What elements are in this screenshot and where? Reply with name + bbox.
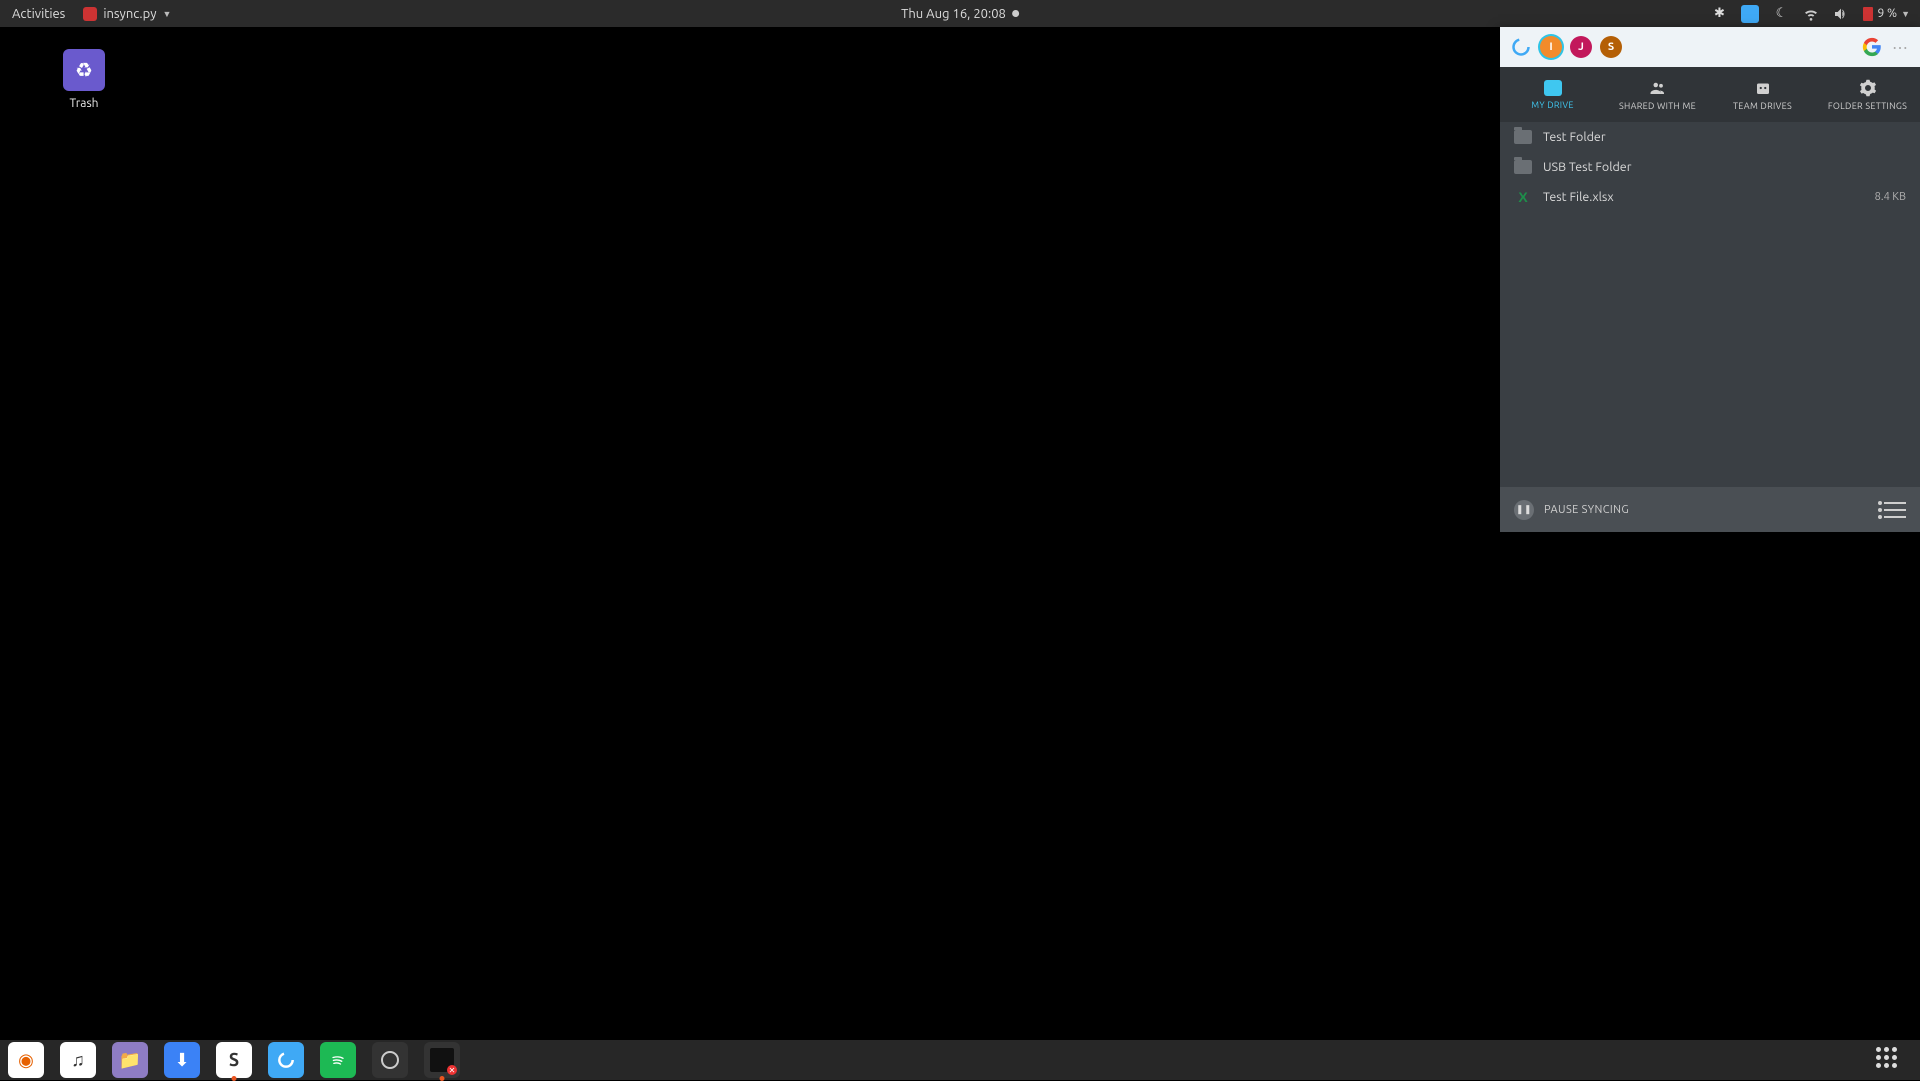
pause-icon[interactable]: ❚❚ [1514, 500, 1534, 520]
file-row[interactable]: X Test File.xlsx 8.4 KB [1500, 182, 1920, 212]
app-name: insync.py [103, 7, 156, 21]
dock-files[interactable]: 📁 [112, 1042, 148, 1078]
file-name: Test Folder [1543, 130, 1606, 144]
more-menu-icon[interactable]: ⋯ [1892, 38, 1910, 57]
insync-footer: ❚❚ PAUSE SYNCING [1500, 487, 1920, 532]
dock-spotify[interactable] [320, 1042, 356, 1078]
trash-icon: ♻ [63, 49, 105, 91]
datetime-label: Thu Aug 16, 20:08 [901, 7, 1006, 21]
activities-button[interactable]: Activities [12, 7, 65, 21]
insync-panel: I J S ⋯ MY DRIVE SHARED WITH ME TEAM DRI… [1500, 27, 1920, 532]
dock-music[interactable]: ♫ [60, 1042, 96, 1078]
google-icon[interactable] [1862, 37, 1882, 57]
battery-icon [1863, 7, 1873, 21]
tab-shared-with-me[interactable]: SHARED WITH ME [1605, 67, 1710, 122]
tab-label: MY DRIVE [1531, 100, 1574, 110]
pause-syncing-button[interactable]: PAUSE SYNCING [1544, 504, 1629, 516]
battery-indicator[interactable]: 9 % ▼ [1863, 7, 1910, 21]
notification-dot-icon [1012, 10, 1019, 17]
dock-firefox[interactable]: ◉ [8, 1042, 44, 1078]
account-avatar-j[interactable]: J [1570, 36, 1592, 58]
wifi-icon[interactable] [1803, 6, 1819, 22]
tray-extension-icon[interactable]: ✱ [1711, 6, 1727, 22]
people-icon [1649, 79, 1667, 97]
account-avatar-s[interactable]: S [1600, 36, 1622, 58]
trash-label: Trash [44, 97, 124, 110]
top-bar: Activities insync.py ▼ Thu Aug 16, 20:08… [0, 0, 1920, 27]
dock-obs[interactable] [372, 1042, 408, 1078]
folder-icon [1514, 130, 1532, 144]
tray-insync-icon[interactable] [1741, 5, 1759, 23]
insync-tabs: MY DRIVE SHARED WITH ME TEAM DRIVES FOLD… [1500, 67, 1920, 122]
chevron-down-icon: ▼ [1901, 9, 1910, 19]
dock-downloader[interactable]: ⬇ [164, 1042, 200, 1078]
file-name: USB Test Folder [1543, 160, 1631, 174]
team-drive-icon [1754, 79, 1772, 97]
tab-label: TEAM DRIVES [1733, 101, 1792, 111]
file-row[interactable]: USB Test Folder [1500, 152, 1920, 182]
tab-label: FOLDER SETTINGS [1828, 101, 1907, 111]
app-menu[interactable]: insync.py ▼ [83, 7, 171, 21]
dock-insync[interactable] [268, 1042, 304, 1078]
file-list: Test Folder USB Test Folder X Test File.… [1500, 122, 1920, 487]
file-row[interactable]: Test Folder [1500, 122, 1920, 152]
clock[interactable]: Thu Aug 16, 20:08 [901, 7, 1019, 21]
app-icon [83, 7, 97, 21]
trash-desktop-icon[interactable]: ♻ Trash [44, 49, 124, 110]
drive-icon [1544, 80, 1562, 96]
gear-icon [1859, 79, 1877, 97]
dock-terminal[interactable]: ✕ [424, 1042, 460, 1078]
account-avatar-i[interactable]: I [1540, 36, 1562, 58]
file-size: 8.4 KB [1875, 191, 1906, 203]
battery-percent: 9 % [1877, 7, 1897, 20]
show-applications-button[interactable] [1876, 1047, 1902, 1073]
chevron-down-icon: ▼ [162, 9, 171, 19]
insync-header: I J S ⋯ [1500, 27, 1920, 67]
tab-label: SHARED WITH ME [1619, 101, 1696, 111]
tab-team-drives[interactable]: TEAM DRIVES [1710, 67, 1815, 122]
file-name: Test File.xlsx [1543, 190, 1614, 204]
volume-icon[interactable] [1833, 6, 1849, 22]
night-mode-icon[interactable]: ☾ [1773, 6, 1789, 22]
tab-folder-settings[interactable]: FOLDER SETTINGS [1815, 67, 1920, 122]
activity-list-icon[interactable] [1884, 502, 1906, 518]
tab-my-drive[interactable]: MY DRIVE [1500, 67, 1605, 122]
excel-icon: X [1514, 188, 1532, 206]
dock: ◉ ♫ 📁 ⬇ S ✕ [0, 1040, 1920, 1080]
dock-sublime[interactable]: S [216, 1042, 252, 1078]
insync-logo-icon[interactable] [1510, 36, 1532, 58]
folder-icon [1514, 160, 1532, 174]
